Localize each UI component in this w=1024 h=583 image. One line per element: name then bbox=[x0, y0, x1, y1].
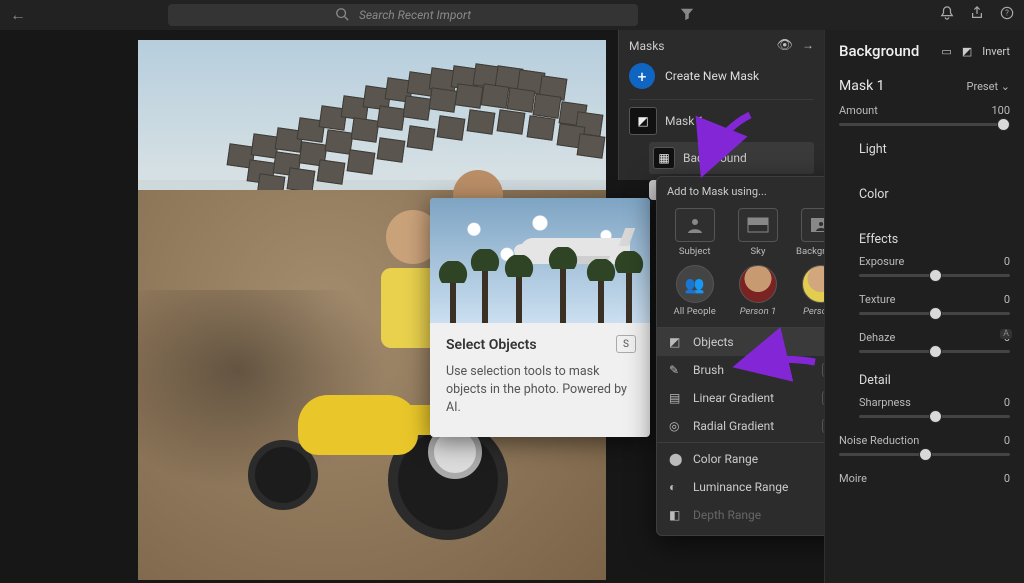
chat-icon[interactable]: ▭ bbox=[941, 45, 951, 58]
people-icon: 👥 bbox=[676, 265, 714, 303]
slider-value: 0 bbox=[1004, 472, 1010, 485]
mask-item-label: Mask 1 bbox=[665, 114, 704, 128]
row-label: Depth Range bbox=[693, 508, 761, 522]
tooltip-description: Use selection tools to mask objects in t… bbox=[446, 363, 634, 417]
back-button[interactable]: ← bbox=[10, 5, 26, 25]
amount-slider[interactable]: Amount 100 bbox=[839, 104, 1010, 126]
slider-value: 0 bbox=[1004, 434, 1010, 447]
topbar-right-actions: ? bbox=[940, 6, 1014, 24]
adjustments-panel: Background ▭ ◩ Invert Mask 1 Preset ⌄ Am… bbox=[824, 30, 1024, 583]
objects-icon: ◩ bbox=[669, 335, 683, 349]
texture-slider[interactable]: Texture 0 bbox=[859, 293, 1010, 315]
filter-icon[interactable] bbox=[680, 6, 694, 25]
tooltip-preview-image bbox=[430, 198, 650, 323]
plus-icon: + bbox=[629, 63, 655, 89]
row-label: Brush bbox=[693, 363, 724, 377]
section-color[interactable]: Color bbox=[859, 187, 1010, 202]
slider-label: Moire bbox=[839, 472, 867, 485]
search-icon bbox=[335, 7, 349, 24]
slider-value: 100 bbox=[991, 104, 1010, 117]
linear-gradient-icon: ▤ bbox=[669, 391, 683, 405]
mask-component-thumb: ▦ bbox=[653, 147, 675, 169]
mask-tool-subject[interactable]: Subject bbox=[669, 208, 721, 257]
slider-label: Texture bbox=[859, 293, 895, 306]
panel-collapse-icon[interactable]: → bbox=[802, 38, 814, 52]
row-label: Linear Gradient bbox=[693, 391, 774, 405]
tooltip-shortcut: S bbox=[616, 335, 636, 353]
section-effects[interactable]: Effects bbox=[859, 232, 1010, 247]
row-label: Color Range bbox=[693, 452, 758, 466]
top-bar: ← Search Recent Import ? bbox=[0, 0, 1024, 30]
chevron-down-icon: ⌄ bbox=[1001, 80, 1010, 93]
svg-text:?: ? bbox=[1005, 9, 1009, 18]
exposure-slider[interactable]: Exposure 0 bbox=[859, 255, 1010, 277]
preset-dropdown[interactable]: Preset ⌄ bbox=[967, 80, 1010, 93]
panel-title: Background bbox=[839, 42, 919, 60]
slider-value: 0 bbox=[1004, 396, 1010, 409]
masks-panel-title: Masks bbox=[629, 39, 664, 53]
sky-icon bbox=[738, 208, 778, 242]
tooltip-title: Select Objects bbox=[446, 337, 634, 353]
depth-icon: ◧ bbox=[669, 508, 683, 522]
slider-label: Amount bbox=[839, 104, 878, 117]
help-icon[interactable]: ? bbox=[1000, 6, 1014, 24]
slider-label: Noise Reduction bbox=[839, 434, 919, 447]
mask-tool-sky[interactable]: Sky bbox=[732, 208, 784, 257]
tile-label: Sky bbox=[732, 246, 784, 257]
color-range-icon: ⬤ bbox=[669, 452, 683, 466]
brush-icon: ✎ bbox=[669, 363, 683, 377]
noise-reduction-slider[interactable]: Noise Reduction 0 bbox=[839, 434, 1010, 456]
person-label: All People bbox=[669, 306, 721, 317]
mask-tool-all-people[interactable]: 👥 All People bbox=[669, 265, 721, 317]
auto-chip[interactable]: A bbox=[1000, 329, 1012, 339]
mask-item-mask1[interactable]: ◩ Mask 1 bbox=[629, 100, 814, 142]
eye-icon[interactable]: 👁 bbox=[777, 38, 794, 53]
search-input[interactable]: Search Recent Import bbox=[168, 4, 638, 26]
slider-label: Exposure bbox=[859, 255, 904, 268]
select-objects-tooltip: Select Objects S Use selection tools to … bbox=[430, 198, 650, 437]
slider-label: Sharpness bbox=[859, 396, 911, 409]
bell-icon[interactable] bbox=[940, 6, 954, 24]
mask-name: Mask 1 bbox=[839, 78, 885, 94]
row-label: Objects bbox=[693, 335, 734, 349]
moire-slider[interactable]: Moire 0 bbox=[839, 472, 1010, 485]
subject-icon bbox=[675, 208, 715, 242]
luminance-icon: ◐ bbox=[669, 480, 683, 494]
create-new-mask-label: Create New Mask bbox=[665, 69, 759, 83]
person-label: Person 1 bbox=[732, 306, 784, 317]
section-light[interactable]: Light bbox=[859, 142, 1010, 157]
mask-component-background[interactable]: ▦ Background bbox=[649, 142, 814, 174]
section-detail[interactable]: Detail bbox=[859, 373, 1010, 388]
invert-icon[interactable]: ◩ bbox=[962, 45, 972, 58]
slider-value: 0 bbox=[1004, 293, 1010, 306]
dehaze-slider[interactable]: Dehaze0 A bbox=[859, 331, 1010, 353]
invert-label[interactable]: Invert bbox=[982, 45, 1010, 58]
slider-label: Dehaze bbox=[859, 331, 895, 344]
mask-component-label: Background bbox=[683, 151, 747, 165]
slider-value: 0 bbox=[1004, 255, 1010, 268]
search-placeholder: Search Recent Import bbox=[359, 8, 471, 22]
person-avatar bbox=[739, 265, 777, 303]
create-new-mask-button[interactable]: + Create New Mask bbox=[629, 59, 814, 100]
mask-tool-person-1[interactable]: Person 1 bbox=[732, 265, 784, 317]
sharpness-slider[interactable]: Sharpness 0 bbox=[859, 396, 1010, 418]
mask-thumb: ◩ bbox=[629, 107, 657, 135]
share-icon[interactable] bbox=[970, 6, 984, 24]
masks-panel: Masks 👁 → + Create New Mask ◩ Mask 1 ▦ B… bbox=[618, 30, 824, 180]
tile-label: Subject bbox=[669, 246, 721, 257]
row-label: Radial Gradient bbox=[693, 419, 774, 433]
row-label: Luminance Range bbox=[693, 480, 788, 494]
radial-gradient-icon: ◎ bbox=[669, 419, 683, 433]
